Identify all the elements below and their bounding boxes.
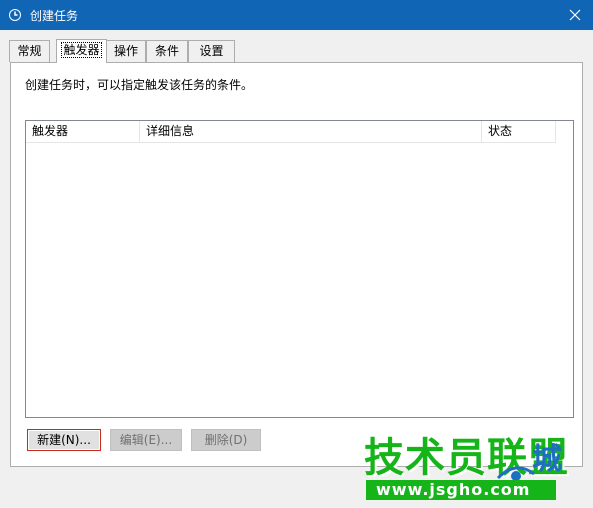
watermark-ok-fragment: 定: [540, 481, 553, 495]
window-title: 创建任务: [30, 9, 79, 23]
watermark-url: www.jsgho.com: [376, 480, 531, 499]
watermark-url-band: [366, 480, 556, 500]
edit-trigger-button[interactable]: 编辑(E)...: [110, 429, 182, 451]
clock-icon: [9, 9, 21, 21]
delete-trigger-button[interactable]: 删除(D): [191, 429, 261, 451]
title-bar: 创建任务: [0, 0, 593, 30]
tab-label: 操作: [113, 44, 138, 58]
column-header-status[interactable]: 状态: [482, 121, 556, 143]
watermark-logo-icon: [496, 466, 535, 481]
tab-conditions[interactable]: 条件: [146, 40, 188, 62]
close-button[interactable]: [557, 0, 593, 30]
trigger-list[interactable]: 触发器 详细信息 状态: [25, 120, 574, 418]
tab-label: 设置: [199, 44, 224, 58]
triggers-panel: 创建任务时，可以指定触发该任务的条件。 触发器 详细信息 状态 新建(N)...…: [10, 62, 583, 467]
list-header: 触发器 详细信息 状态: [26, 121, 556, 143]
tab-label: 常规: [17, 44, 42, 58]
column-header-trigger[interactable]: 触发器: [26, 121, 140, 143]
tab-triggers[interactable]: 触发器: [56, 39, 107, 63]
tab-general[interactable]: 常规: [9, 40, 50, 62]
tab-settings[interactable]: 设置: [188, 40, 235, 62]
panel-description: 创建任务时，可以指定触发该任务的条件。: [25, 78, 254, 92]
tab-actions[interactable]: 操作: [106, 40, 146, 62]
column-header-details[interactable]: 详细信息: [140, 121, 482, 143]
close-icon: [569, 9, 581, 21]
tab-label: 条件: [154, 44, 179, 58]
tab-label: 触发器: [61, 42, 102, 58]
new-trigger-button[interactable]: 新建(N)...: [27, 429, 101, 451]
